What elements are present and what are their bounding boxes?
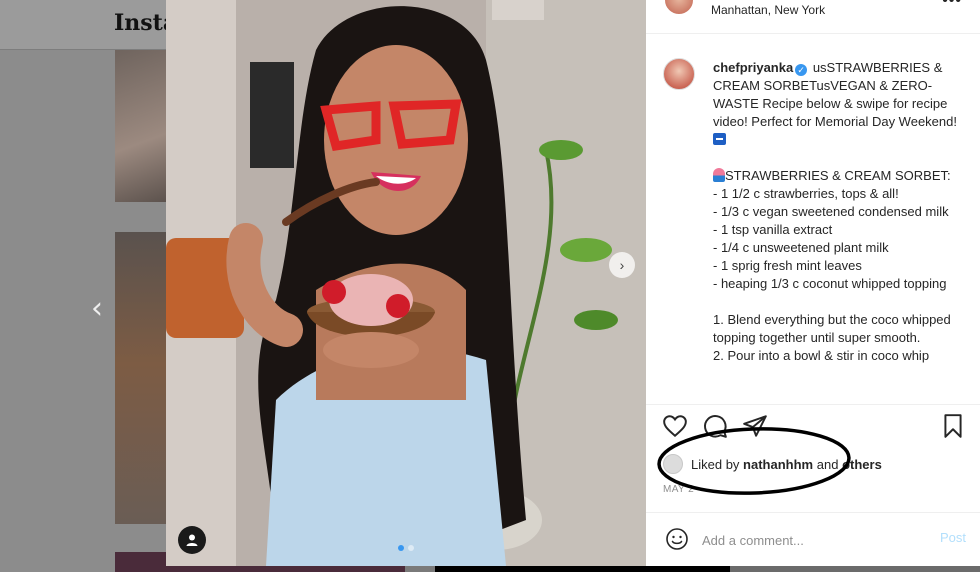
- tagged-users-button[interactable]: [178, 526, 206, 554]
- comment-bar: Post: [646, 512, 980, 566]
- likes-prefix: Liked by: [691, 456, 740, 472]
- ingredient-list: - 1 1/2 c strawberries, tops & all! - 1/…: [713, 185, 971, 293]
- shelf: [492, 0, 544, 20]
- likes-summary: Liked by nathanhhm and others: [663, 454, 882, 474]
- ingredient-item: - 1/4 c unsweetened plant milk: [713, 240, 889, 255]
- caption-scroll-area[interactable]: chefpriyanka ✓ usSTRAWBERRIES & CREAM SOR…: [646, 50, 980, 392]
- ingredient-item: - 1 tsp vanilla extract: [713, 222, 833, 237]
- ingredient-item: - 1/3 c vegan sweetened condensed milk: [713, 204, 949, 219]
- plant-leaf: [574, 310, 618, 330]
- comment-icon: [704, 415, 727, 438]
- likes-others-link[interactable]: others: [842, 457, 882, 472]
- likes-and: and: [816, 456, 839, 472]
- strawberry: [386, 294, 410, 318]
- carousel-indicator: [398, 545, 414, 551]
- heart-icon: [663, 415, 687, 438]
- comment-input[interactable]: [702, 529, 922, 551]
- next-slide-button[interactable]: ›: [609, 252, 635, 278]
- plant-leaf: [539, 140, 583, 160]
- username-link[interactable]: chefpriyanka: [713, 60, 793, 75]
- post-photo[interactable]: [166, 0, 646, 566]
- comment-button[interactable]: [702, 413, 728, 439]
- action-bar: [646, 404, 980, 444]
- bookmark-icon: [944, 414, 962, 438]
- ingredient-item: - heaping 1/3 c coconut whipped topping: [713, 276, 947, 291]
- post-detail-panel: Manhattan, New York ••• chefpriyanka ✓ us…: [646, 0, 980, 566]
- ingredient-item: - 1 1/2 c strawberries, tops & all!: [713, 186, 899, 201]
- previous-post-button[interactable]: ‹: [84, 294, 110, 324]
- avatar[interactable]: [663, 58, 695, 90]
- liker-username-link[interactable]: nathanhhm: [743, 457, 813, 472]
- step-list: 1. Blend everything but the coco whipped…: [713, 311, 971, 365]
- post-header: Manhattan, New York •••: [646, 0, 980, 34]
- avatar[interactable]: [663, 454, 683, 474]
- step-item: 2. Pour into a bowl & stir in coco whip: [713, 348, 930, 363]
- paper-plane-icon: [743, 415, 767, 437]
- recipe-heading: STRAWBERRIES & CREAM SORBET:: [725, 168, 951, 183]
- more-options-icon[interactable]: •••: [942, 0, 962, 10]
- photo-illustration: [166, 0, 646, 566]
- strawberry: [322, 280, 346, 304]
- save-button[interactable]: [940, 413, 966, 439]
- location-link[interactable]: Manhattan, New York: [711, 3, 825, 17]
- like-button[interactable]: [662, 413, 688, 439]
- flag-icon: [713, 133, 726, 145]
- hand: [323, 332, 419, 368]
- background-thumbnail[interactable]: [115, 50, 167, 202]
- ingredient-item: - 1 sprig fresh mint leaves: [713, 258, 862, 273]
- step-item: 1. Blend everything but the coco whipped…: [713, 312, 955, 345]
- avatar[interactable]: [663, 0, 695, 16]
- wall-frame: [250, 62, 294, 168]
- carousel-dot-active: [398, 545, 404, 551]
- caption: chefpriyanka ✓ usSTRAWBERRIES & CREAM SOR…: [713, 59, 971, 365]
- smiley-icon: [666, 528, 688, 550]
- recipe-heading-row: STRAWBERRIES & CREAM SORBET:: [713, 167, 971, 185]
- background-thumbnail[interactable]: [115, 232, 167, 524]
- carousel-dot: [408, 545, 414, 551]
- plant-leaf: [560, 238, 612, 262]
- ice-cream-icon: [713, 168, 725, 182]
- verified-badge-icon: ✓: [795, 64, 808, 76]
- emoji-button[interactable]: [664, 527, 690, 553]
- post-comment-button[interactable]: Post: [940, 530, 966, 545]
- share-button[interactable]: [742, 413, 768, 439]
- post-date[interactable]: MAY 2: [663, 484, 694, 495]
- user-icon: [186, 534, 198, 546]
